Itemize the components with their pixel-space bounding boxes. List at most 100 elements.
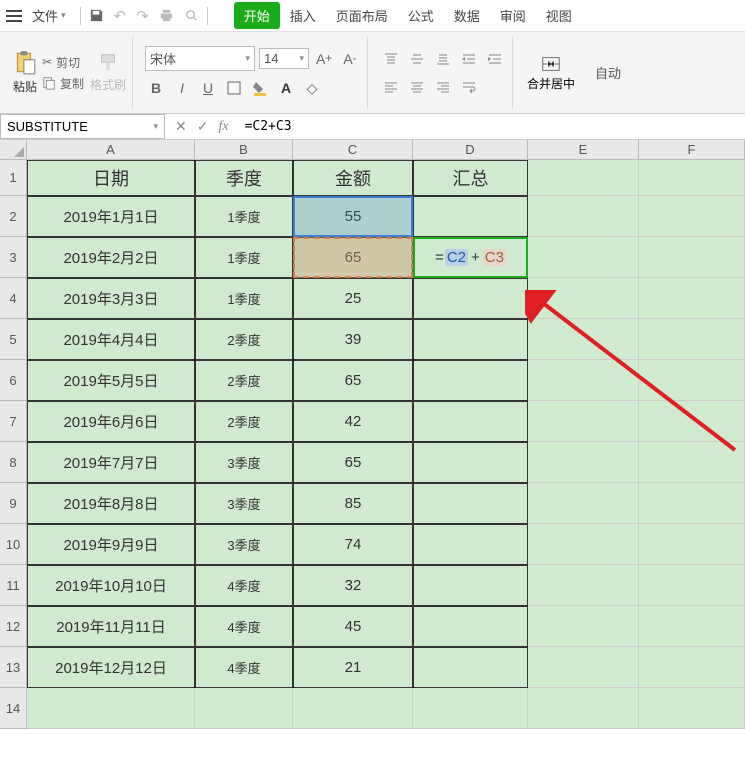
cell-E10[interactable] [528,524,639,565]
fx-icon[interactable]: fx [218,119,228,135]
cell-B7[interactable]: 2季度 [195,401,293,442]
cell-D1[interactable]: 汇总 [413,160,528,196]
italic-button[interactable]: I [171,77,193,99]
col-header-b[interactable]: B [195,140,293,159]
redo-icon[interactable]: ↷ [136,7,149,25]
bold-button[interactable]: B [145,77,167,99]
row-header-13[interactable]: 13 [0,647,26,688]
cell-F3[interactable] [639,237,745,278]
cell-B11[interactable]: 4季度 [195,565,293,606]
paste-button[interactable]: 粘贴 [12,50,38,95]
cell-D13[interactable] [413,647,528,688]
cell-D4[interactable] [413,278,528,319]
row-header-5[interactable]: 5 [0,319,26,360]
cell-E4[interactable] [528,278,639,319]
cell-B8[interactable]: 3季度 [195,442,293,483]
save-icon[interactable] [89,8,104,23]
cell-E9[interactable] [528,483,639,524]
cell-C10[interactable]: 74 [293,524,413,565]
cell-B1[interactable]: 季度 [195,160,293,196]
cell-E2[interactable] [528,196,639,237]
font-color-button[interactable]: A [275,77,297,99]
cell-B13[interactable]: 4季度 [195,647,293,688]
cell-B3[interactable]: 1季度 [195,237,293,278]
cell-A3[interactable]: 2019年2月2日 [27,237,195,278]
align-middle-icon[interactable] [406,48,428,70]
tab-start[interactable]: 开始 [234,2,280,29]
row-header-10[interactable]: 10 [0,524,26,565]
row-header-12[interactable]: 12 [0,606,26,647]
cell-C6[interactable]: 65 [293,360,413,401]
cell-C7[interactable]: 42 [293,401,413,442]
cell-A4[interactable]: 2019年3月3日 [27,278,195,319]
cell-D2[interactable] [413,196,528,237]
cell-C1[interactable]: 金额 [293,160,413,196]
select-all-corner[interactable] [0,140,27,160]
col-header-e[interactable]: E [528,140,639,159]
cell-F14[interactable] [639,688,745,729]
cell-E8[interactable] [528,442,639,483]
align-center-icon[interactable] [406,76,428,98]
cell-F10[interactable] [639,524,745,565]
wrap-text-icon[interactable] [458,76,480,98]
col-header-d[interactable]: D [413,140,528,159]
tab-page-layout[interactable]: 页面布局 [326,2,398,29]
fill-color-button[interactable] [249,77,271,99]
cell-A2[interactable]: 2019年1月1日 [27,196,195,237]
cell-B14[interactable] [195,688,293,729]
cell-F11[interactable] [639,565,745,606]
cell-A10[interactable]: 2019年9月9日 [27,524,195,565]
border-button[interactable] [223,77,245,99]
cell-F9[interactable] [639,483,745,524]
tab-view[interactable]: 视图 [536,2,582,29]
row-header-11[interactable]: 11 [0,565,26,606]
cell-C5[interactable]: 39 [293,319,413,360]
row-header-3[interactable]: 3 [0,237,26,278]
cell-C9[interactable]: 85 [293,483,413,524]
cell-D6[interactable] [413,360,528,401]
name-box[interactable]: SUBSTITUTE▾ [0,114,165,139]
cell-E5[interactable] [528,319,639,360]
cell-C3[interactable]: 65 [293,237,413,278]
cell-F8[interactable] [639,442,745,483]
cell-F1[interactable] [639,160,745,196]
cell-F5[interactable] [639,319,745,360]
cell-D7[interactable] [413,401,528,442]
cell-B9[interactable]: 3季度 [195,483,293,524]
copy-button[interactable]: 复制 [42,75,84,92]
cut-button[interactable]: ✂剪切 [42,54,84,71]
cell-A12[interactable]: 2019年11月11日 [27,606,195,647]
cell-D5[interactable] [413,319,528,360]
col-header-a[interactable]: A [27,140,195,159]
format-painter-button[interactable]: 格式刷 [90,52,126,93]
cell-B6[interactable]: 2季度 [195,360,293,401]
cancel-formula-icon[interactable]: ✕ [175,118,187,135]
cell-D12[interactable] [413,606,528,647]
cell-C12[interactable]: 45 [293,606,413,647]
align-right-icon[interactable] [432,76,454,98]
cell-F4[interactable] [639,278,745,319]
cell-E3[interactable] [528,237,639,278]
row-header-9[interactable]: 9 [0,483,26,524]
cell-F2[interactable] [639,196,745,237]
cell-A14[interactable] [27,688,195,729]
print-preview-icon[interactable] [184,8,199,23]
cell-E6[interactable] [528,360,639,401]
align-left-icon[interactable] [380,76,402,98]
merge-center-button[interactable]: 合并居中 [519,36,583,109]
cell-D10[interactable] [413,524,528,565]
cell-E13[interactable] [528,647,639,688]
cell-B4[interactable]: 1季度 [195,278,293,319]
tab-data[interactable]: 数据 [444,2,490,29]
cell-A8[interactable]: 2019年7月7日 [27,442,195,483]
cell-C2[interactable]: 55 [293,196,413,237]
font-size-combo[interactable]: 14▾ [259,48,309,69]
cell-C13[interactable]: 21 [293,647,413,688]
row-header-7[interactable]: 7 [0,401,26,442]
cell-C4[interactable]: 25 [293,278,413,319]
decrease-indent-icon[interactable] [458,48,480,70]
cell-A5[interactable]: 2019年4月4日 [27,319,195,360]
cell-A6[interactable]: 2019年5月5日 [27,360,195,401]
cell-B2[interactable]: 1季度 [195,196,293,237]
increase-indent-icon[interactable] [484,48,506,70]
